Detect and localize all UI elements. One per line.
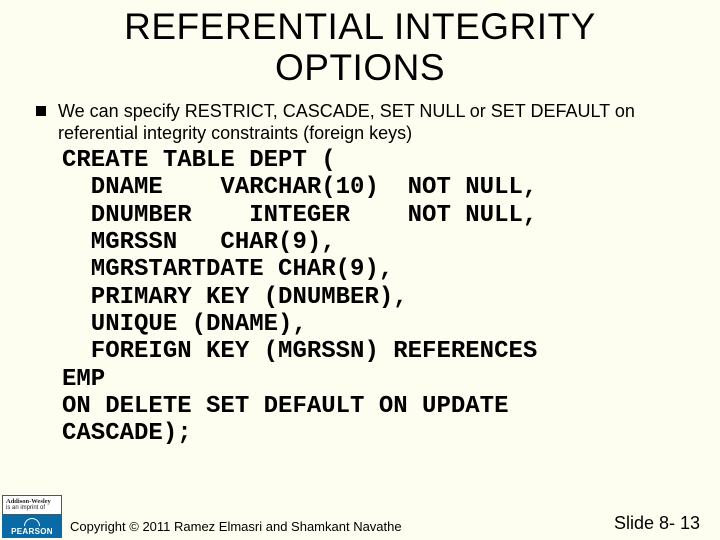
slide-number: Slide 8- 13 (614, 513, 700, 534)
footer: Copyright © 2011 Ramez Elmasri and Shamk… (70, 513, 700, 534)
copyright-text: Copyright © 2011 Ramez Elmasri and Shamk… (70, 519, 402, 534)
sql-code-block: CREATE TABLE DEPT ( DNAME VARCHAR(10) NO… (36, 145, 690, 448)
slide: REFERENTIAL INTEGRITY OPTIONS We can spe… (0, 0, 720, 540)
bullet-item: We can specify RESTRICT, CASCADE, SET NU… (36, 101, 690, 145)
slide-content: We can specify RESTRICT, CASCADE, SET NU… (0, 89, 720, 448)
aw-sub: is an imprint of (6, 505, 58, 512)
aw-brand: Addison-Wesley (6, 498, 58, 505)
addison-wesley-logo: Addison-Wesley is an imprint of (2, 495, 62, 515)
title-line-2: OPTIONS (275, 47, 445, 88)
pearson-arc-icon (24, 518, 40, 526)
publisher-logo: Addison-Wesley is an imprint of PEARSON (2, 495, 62, 538)
pearson-text: PEARSON (2, 527, 62, 536)
pearson-logo: PEARSON (2, 515, 62, 538)
square-bullet-icon (36, 106, 46, 116)
title-line-1: REFERENTIAL INTEGRITY (124, 6, 596, 47)
slide-title: REFERENTIAL INTEGRITY OPTIONS (0, 0, 720, 89)
bullet-text: We can specify RESTRICT, CASCADE, SET NU… (58, 101, 690, 145)
